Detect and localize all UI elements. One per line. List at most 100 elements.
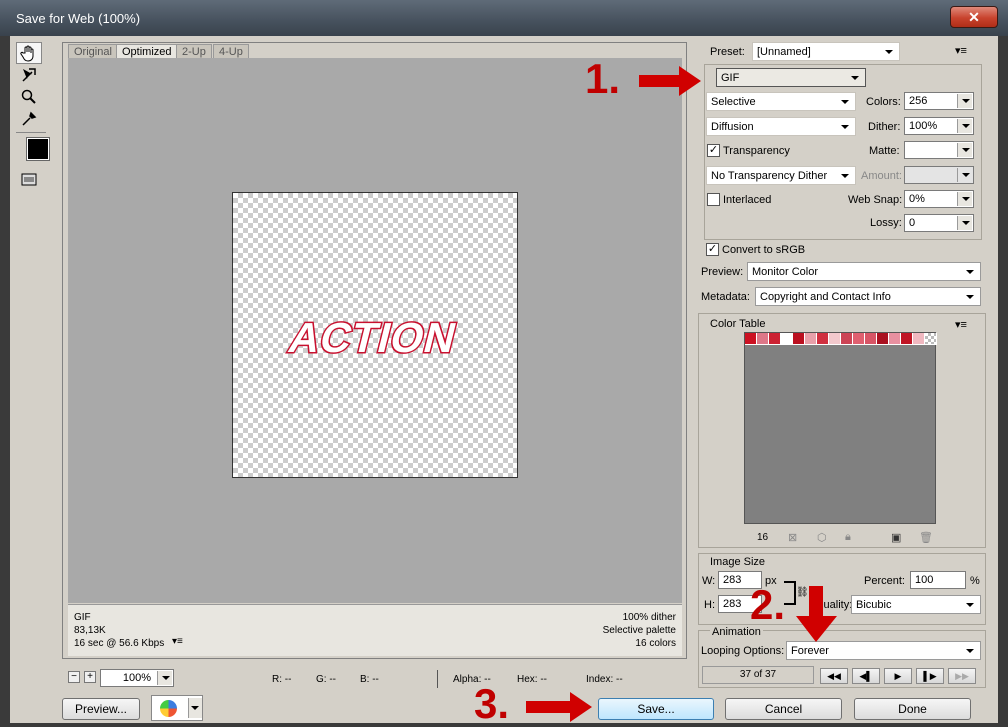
color-swatch[interactable] — [781, 333, 793, 345]
lossy-select[interactable]: 0 — [904, 214, 974, 232]
transparency-dither-select[interactable]: No Transparency Dither — [706, 166, 856, 185]
previous-frame-button[interactable]: ◀▌ — [852, 668, 880, 684]
color-table[interactable] — [744, 332, 937, 524]
first-frame-button[interactable]: ◀◀ — [820, 668, 848, 684]
arrow-right-icon — [526, 692, 592, 722]
preview-in-browser-button[interactable]: Preview... — [62, 698, 140, 720]
next-frame-button[interactable]: ▌▶ — [916, 668, 944, 684]
image-size-title: Image Size — [710, 556, 766, 568]
websnap-select[interactable]: 0% — [904, 190, 974, 208]
matte-select[interactable] — [904, 141, 974, 159]
convert-srgb-checkbox[interactable]: ✓ — [706, 243, 719, 256]
window-title: Save for Web (100%) — [16, 11, 141, 26]
annotation-3: 3. — [474, 680, 510, 727]
websnap-value: 0% — [909, 193, 925, 205]
zoom-tool-icon[interactable] — [16, 86, 42, 108]
transparency-checkbox[interactable]: ✓ — [707, 144, 720, 157]
transparency-label: Transparency — [723, 145, 790, 157]
annotation-arrow-1 — [639, 66, 701, 96]
browser-select[interactable] — [151, 695, 203, 721]
dither-amount-select[interactable]: 100% — [904, 117, 974, 135]
percent-unit: % — [970, 575, 980, 587]
color-swatch[interactable] — [769, 333, 781, 345]
optimization-info: GIF 83,13K 16 sec @ 56.6 Kbps ▾≡ 100% di… — [68, 604, 682, 656]
chevron-down-icon — [157, 671, 172, 685]
color-swatch[interactable] — [757, 333, 769, 345]
metadata-select[interactable]: Copyright and Contact Info — [755, 287, 981, 306]
annotation-arrow-3 — [526, 692, 592, 722]
color-swatch[interactable] — [865, 333, 877, 345]
dither-label: Dither: — [868, 121, 901, 133]
save-button[interactable]: Save... — [598, 698, 714, 720]
tab-original[interactable]: Original — [68, 44, 118, 59]
width-label: W: — [702, 575, 716, 587]
color-reduction-select[interactable]: Selective — [706, 92, 856, 111]
trash-icon[interactable]: 🗑︎ — [919, 531, 933, 544]
zoom-in-button[interactable]: + — [84, 671, 96, 683]
color-swatch[interactable] — [853, 333, 865, 345]
web-snap-cube-icon[interactable]: ⬡ — [817, 531, 829, 544]
color-swatch[interactable] — [913, 333, 925, 345]
action-artwork-text: ACTION — [284, 315, 462, 362]
eyedropper-color-swatch[interactable] — [26, 137, 50, 161]
play-button[interactable]: ▶ — [884, 668, 912, 684]
arrow-down-icon — [796, 586, 837, 642]
slice-select-tool-icon[interactable] — [16, 64, 42, 86]
interlaced-checkbox[interactable] — [707, 193, 720, 206]
colors-select[interactable]: 256 — [904, 92, 974, 110]
web-shift-icon[interactable]: ⊠ — [788, 531, 800, 544]
cancel-button[interactable]: Cancel — [725, 698, 842, 720]
percent-field[interactable]: 100 — [910, 571, 966, 589]
preview-mode-select[interactable]: Monitor Color — [747, 262, 981, 281]
add-color-icon[interactable]: ▣ — [891, 531, 903, 544]
looping-value: Forever — [791, 645, 829, 657]
dither-algorithm-select[interactable]: Diffusion — [706, 117, 856, 136]
tab-optimized[interactable]: Optimized — [116, 44, 178, 59]
quality-value: Bicubic — [856, 599, 892, 611]
hand-tool-icon[interactable] — [16, 42, 42, 64]
preset-label: Preset: — [710, 46, 745, 58]
eyedropper-tool-icon[interactable] — [16, 108, 42, 130]
toggle-slices-icon[interactable] — [16, 168, 42, 190]
optimize-menu-icon[interactable]: ▾≡ — [955, 44, 967, 57]
color-table-title: Color Table — [710, 318, 766, 330]
color-swatch[interactable] — [829, 333, 841, 345]
percent-label: Percent: — [864, 575, 905, 587]
quality-select[interactable]: Bicubic — [851, 595, 981, 614]
color-table-menu-icon[interactable]: ▾≡ — [955, 318, 967, 331]
cancel-button-label: Cancel — [764, 702, 803, 716]
action-artwork: ACTION — [283, 313, 463, 362]
last-frame-button[interactable]: ▶▶ — [948, 668, 976, 684]
annotation-arrow-2 — [796, 586, 837, 642]
color-swatch[interactable] — [901, 333, 913, 345]
tab-2-up[interactable]: 2-Up — [176, 44, 212, 59]
preset-select[interactable]: [Unnamed] — [752, 42, 900, 61]
color-swatch[interactable] — [877, 333, 889, 345]
zoom-out-button[interactable]: − — [68, 671, 80, 683]
readout-r: R: -- — [272, 674, 292, 685]
convert-srgb-label: Convert to sRGB — [722, 244, 806, 256]
color-swatch[interactable] — [805, 333, 817, 345]
lock-color-icon[interactable]: 🔒︎ — [845, 531, 857, 543]
close-window-button[interactable]: ✕ — [950, 6, 998, 28]
info-download-time: 16 sec @ 56.6 Kbps — [74, 638, 165, 649]
info-size: 83,13K — [74, 625, 106, 636]
color-swatch[interactable] — [925, 333, 937, 345]
image-preview[interactable]: ACTION — [232, 192, 518, 478]
zoom-level-select[interactable]: 100% — [100, 669, 174, 687]
file-format-select[interactable]: GIF — [716, 68, 866, 87]
color-swatch[interactable] — [841, 333, 853, 345]
transparency-dither-value: No Transparency Dither — [711, 170, 828, 182]
color-swatch[interactable] — [889, 333, 901, 345]
height-label: H: — [704, 599, 715, 611]
tool-divider — [16, 132, 46, 133]
preset-value: [Unnamed] — [757, 46, 811, 58]
color-swatch[interactable] — [745, 333, 757, 345]
color-swatch[interactable] — [817, 333, 829, 345]
tab-4-up[interactable]: 4-Up — [213, 44, 249, 59]
color-swatch[interactable] — [793, 333, 805, 345]
looping-label: Looping Options: — [701, 645, 785, 657]
info-menu-icon[interactable]: ▾≡ — [172, 636, 183, 647]
done-button[interactable]: Done — [854, 698, 971, 720]
width-value: 283 — [723, 574, 742, 586]
